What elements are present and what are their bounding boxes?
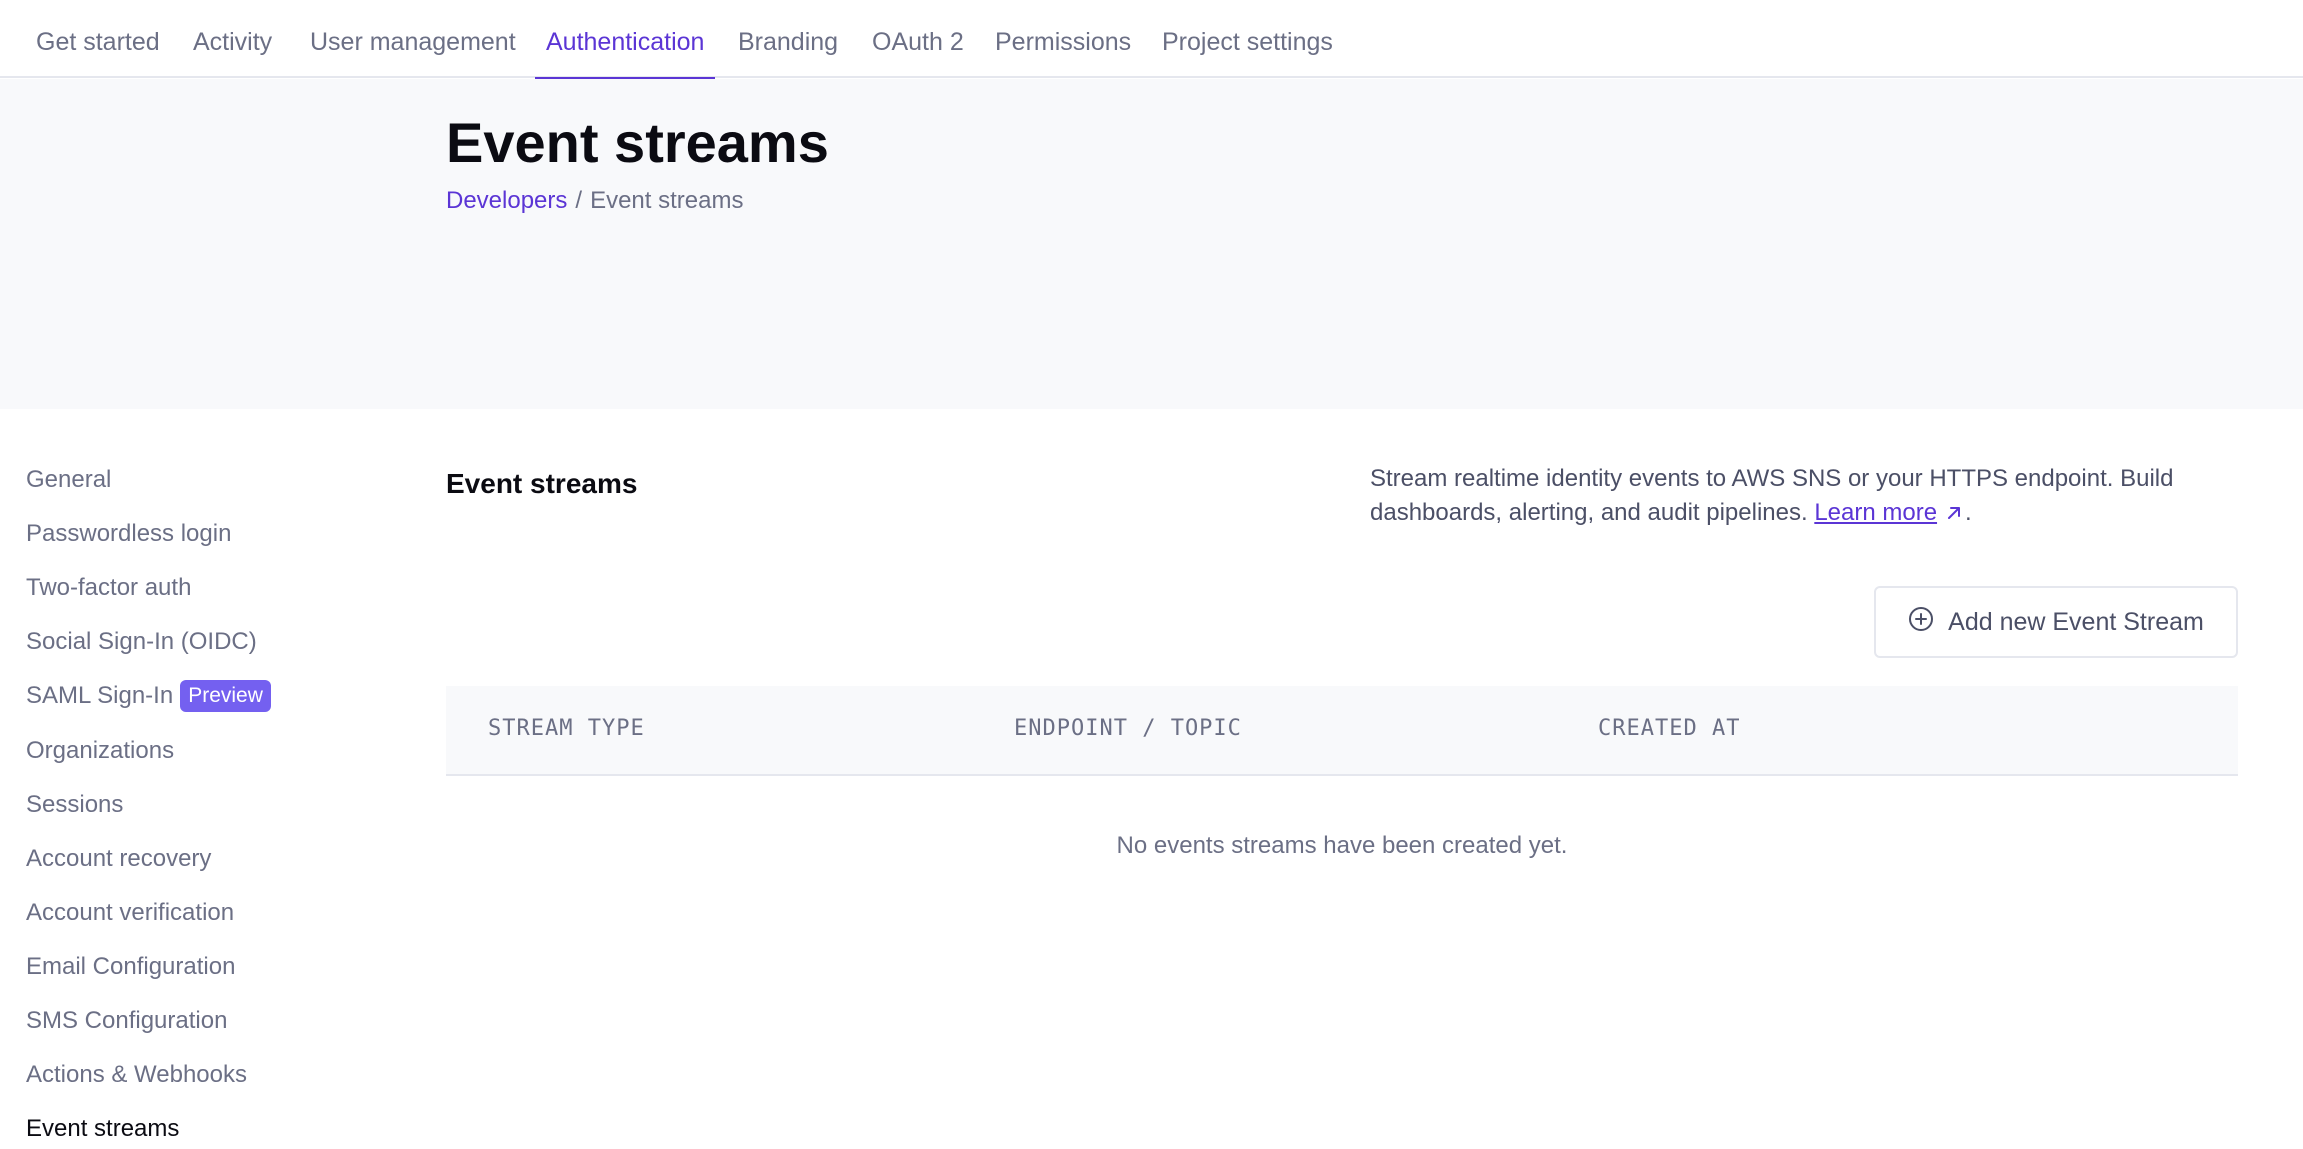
column-header-created-at: CREATED AT [1598, 716, 1741, 741]
description-text: Stream realtime identity events to AWS S… [1370, 465, 2174, 526]
sidebar-item-label: SMS Configuration [26, 1007, 228, 1034]
preview-badge: Preview [180, 680, 271, 712]
sidebar-item-label: SAML Sign-In [26, 682, 174, 709]
sidebar-item-label: Account recovery [26, 845, 212, 872]
sidebar-item-label: Event streams [26, 1115, 180, 1142]
breadcrumb-current: Event streams [590, 187, 744, 214]
description-period: . [1965, 499, 1972, 526]
tab-project-settings[interactable]: Project settings [1151, 28, 1344, 78]
sidebar-item-account-recovery[interactable]: Account recovery [26, 839, 211, 879]
tab-oauth2[interactable]: OAuth 2 [861, 28, 975, 78]
add-button-label: Add new Event Stream [1948, 607, 2204, 636]
breadcrumb: Developers / Event streams [446, 187, 743, 215]
sidebar-item-label: Account verification [26, 899, 235, 926]
section-title: Event streams [446, 468, 638, 499]
top-nav: Get started Activity User management Aut… [0, 0, 2303, 80]
sidebar-item-account-verification[interactable]: Account verification [26, 893, 234, 933]
column-header-stream-type: STREAM TYPE [488, 716, 645, 741]
tab-branding[interactable]: Branding [727, 28, 849, 78]
sidebar-item-organizations[interactable]: Organizations [26, 731, 174, 771]
sidebar-item-label: Two-factor auth [26, 574, 192, 601]
tab-permissions[interactable]: Permissions [984, 28, 1142, 78]
sidebar-item-label: Sessions [26, 791, 124, 818]
sidebar-item-social-sign-in[interactable]: Social Sign-In (OIDC) [26, 622, 257, 662]
empty-state-message: No events streams have been created yet. [1116, 832, 1568, 859]
event-streams-table-header: STREAM TYPE ENDPOINT / TOPIC CREATED AT [446, 686, 2238, 776]
external-link-icon[interactable] [1945, 498, 1963, 532]
sidebar-item-saml-sign-in[interactable]: SAML Sign-In Preview [26, 676, 271, 716]
learn-more-link[interactable]: Learn more [1814, 499, 1937, 526]
sidebar-item-label: Organizations [26, 737, 175, 764]
sidebar-item-sessions[interactable]: Sessions [26, 785, 123, 825]
sidebar-item-general[interactable]: General [26, 460, 111, 500]
tab-user-management[interactable]: User management [299, 28, 527, 78]
column-header-endpoint-topic: ENDPOINT / TOPIC [1014, 716, 1242, 741]
sidebar-item-label: Passwordless login [26, 520, 232, 547]
tab-get-started[interactable]: Get started [25, 28, 171, 78]
sidebar-item-event-streams[interactable]: Event streams [26, 1109, 179, 1149]
sidebar-item-label: Email Configuration [26, 953, 236, 980]
tab-activity[interactable]: Activity [182, 28, 283, 78]
page-title: Event streams [446, 111, 829, 174]
sidebar-item-email-configuration[interactable]: Email Configuration [26, 947, 235, 987]
page-header [0, 79, 2303, 409]
sidebar-item-passwordless-login[interactable]: Passwordless login [26, 514, 231, 554]
add-event-stream-button[interactable]: Add new Event Stream [1874, 586, 2238, 658]
breadcrumb-separator: / [575, 187, 583, 214]
sidebar-item-actions-webhooks[interactable]: Actions & Webhooks [26, 1055, 247, 1095]
plus-circle-icon [1908, 606, 1934, 639]
sidebar-item-two-factor-auth[interactable]: Two-factor auth [26, 568, 191, 608]
section-description: Stream realtime identity events to AWS S… [1370, 462, 2250, 532]
sidebar-item-sms-configuration[interactable]: SMS Configuration [26, 1001, 227, 1041]
sidebar-item-label: Social Sign-In (OIDC) [26, 628, 257, 655]
sidebar-item-label: General [26, 466, 112, 493]
tab-authentication[interactable]: Authentication [535, 28, 716, 80]
sidebar-item-label: Actions & Webhooks [26, 1061, 248, 1088]
breadcrumb-developers-link[interactable]: Developers [446, 187, 567, 214]
